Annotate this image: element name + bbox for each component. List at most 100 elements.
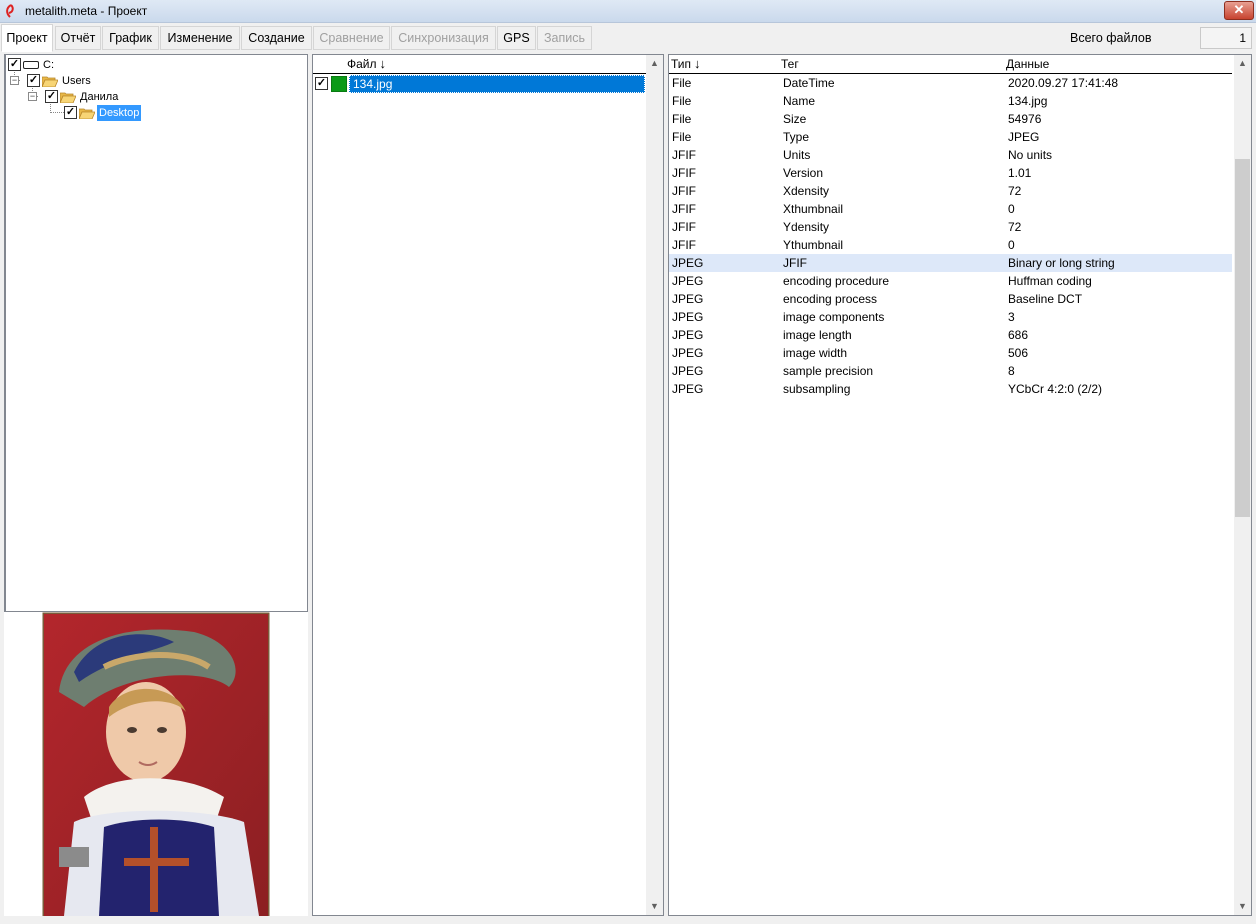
cell-type: JFIF [672, 202, 696, 216]
tab-report[interactable]: Отчёт [55, 26, 101, 50]
tab-gps[interactable]: GPS [497, 26, 536, 50]
tree-label-desktop: Desktop [97, 105, 142, 121]
sort-down-icon: ↓ [379, 56, 387, 71]
file-name[interactable]: 134.jpg [349, 75, 645, 93]
folder-tree: ✓ C: − ✓ Users − ✓ Данила ✓ Desktop [4, 54, 308, 612]
cell-data: 134.jpg [1008, 94, 1048, 108]
cell-tag: encoding process [783, 292, 878, 306]
cell-data: JPEG [1008, 130, 1040, 144]
title-bar: metalith.meta - Проект ✕ [0, 0, 1256, 23]
cell-data: 0 [1008, 238, 1015, 252]
tab-compare[interactable]: Сравнение [313, 26, 390, 50]
table-row[interactable]: File Name 134.jpg [669, 92, 1232, 110]
metadata-scrollbar[interactable]: ▲ ▼ [1234, 55, 1251, 915]
sort-down-icon: ↓ [694, 56, 701, 71]
cell-tag: Ydensity [783, 220, 830, 234]
tab-bar: Проект Отчёт График Изменение Создание С… [0, 24, 1256, 52]
table-row[interactable]: JFIF Xdensity 72 [669, 182, 1232, 200]
cell-data: YCbCr 4:2:0 (2/2) [1008, 382, 1103, 396]
table-row[interactable]: JPEG subsampling YCbCr 4:2:0 (2/2) [669, 380, 1232, 398]
cell-data: Huffman coding [1008, 274, 1092, 288]
table-row[interactable]: JFIF Xthumbnail 0 [669, 200, 1232, 218]
scroll-down-icon[interactable]: ▼ [646, 898, 663, 915]
column-header-type[interactable]: Тип ↓ [671, 55, 701, 73]
cell-data: 2020.09.27 17:41:48 [1008, 76, 1119, 90]
table-row[interactable]: JFIF Ydensity 72 [669, 218, 1232, 236]
column-header-tag[interactable]: Тег [781, 55, 799, 73]
column-header-file[interactable]: Файл ↓ [347, 55, 386, 73]
tree-item-users[interactable]: − ✓ Users [6, 73, 306, 89]
table-row[interactable]: JPEG sample precision 8 [669, 362, 1232, 380]
total-files-label: Всего файлов [1070, 31, 1152, 45]
table-row[interactable]: JFIF Ythumbnail 0 [669, 236, 1232, 254]
collapse-icon[interactable]: − [10, 76, 19, 85]
scroll-down-icon[interactable]: ▼ [1234, 898, 1251, 915]
tab-chart[interactable]: График [102, 26, 159, 50]
folder-open-icon [42, 76, 58, 87]
cell-tag: Units [783, 148, 811, 162]
table-row[interactable]: File Size 54976 [669, 110, 1232, 128]
cell-tag: subsampling [783, 382, 851, 396]
cell-tag: Ythumbnail [783, 238, 844, 252]
table-row[interactable]: JFIF Units No units [669, 146, 1232, 164]
cell-data: 0 [1008, 202, 1015, 216]
tree-item-desktop[interactable]: ✓ Desktop [6, 105, 306, 121]
table-row[interactable]: JPEG image components 3 [669, 308, 1232, 326]
tab-create[interactable]: Создание [241, 26, 312, 50]
close-button[interactable]: ✕ [1224, 1, 1254, 20]
cell-tag: image width [783, 346, 848, 360]
column-header-data[interactable]: Данные [1006, 55, 1049, 73]
tree-item-drive[interactable]: ✓ C: [6, 57, 306, 73]
cell-tag: JFIF [783, 256, 807, 270]
table-row[interactable]: File Type JPEG [669, 128, 1232, 146]
table-row[interactable]: JPEG encoding process Baseline DCT [669, 290, 1232, 308]
scroll-up-icon[interactable]: ▲ [1234, 55, 1251, 72]
cell-type: JPEG [672, 274, 704, 288]
cell-type: JPEG [672, 364, 704, 378]
column-header-type-label: Тип [671, 57, 692, 71]
scroll-up-icon[interactable]: ▲ [646, 55, 663, 72]
cell-tag: Size [783, 112, 807, 126]
tree-item-user[interactable]: − ✓ Данила [6, 89, 306, 105]
cell-type: JPEG [672, 382, 704, 396]
cell-type: JFIF [672, 166, 696, 180]
cell-type: JFIF [672, 220, 696, 234]
tab-edit[interactable]: Изменение [160, 26, 240, 50]
tree-checkbox[interactable]: ✓ [64, 106, 77, 119]
tree-label-user: Данила [80, 91, 119, 103]
tab-project[interactable]: Проект [1, 24, 53, 52]
cell-type: JPEG [672, 328, 704, 342]
tab-sync[interactable]: Синхронизация [391, 26, 496, 50]
drive-icon [23, 61, 39, 69]
file-list: Файл ↓ ✓ 134.jpg ▲ ▼ [312, 54, 664, 916]
cell-tag: Xdensity [783, 184, 830, 198]
file-checkbox[interactable]: ✓ [315, 77, 328, 90]
cell-type: File [672, 94, 692, 108]
tree-label-users: Users [62, 75, 91, 87]
tree-checkbox[interactable]: ✓ [27, 74, 40, 87]
file-color-marker [331, 76, 347, 92]
table-row[interactable]: JPEG image width 506 [669, 344, 1232, 362]
table-row[interactable]: JPEG image length 686 [669, 326, 1232, 344]
tab-record[interactable]: Запись [537, 26, 592, 50]
cell-data: 3 [1008, 310, 1015, 324]
table-row[interactable]: JPEG JFIF Binary or long string [669, 254, 1232, 272]
cell-type: JPEG [672, 346, 704, 360]
cell-type: JFIF [672, 148, 696, 162]
file-row[interactable]: ✓ 134.jpg [313, 75, 647, 93]
cell-data: 72 [1008, 184, 1022, 198]
table-row[interactable]: JPEG encoding procedure Huffman coding [669, 272, 1232, 290]
scroll-thumb[interactable] [1235, 159, 1250, 517]
file-list-scrollbar[interactable]: ▲ ▼ [646, 55, 663, 915]
table-row[interactable]: JFIF Version 1.01 [669, 164, 1232, 182]
image-preview [4, 612, 308, 918]
cell-tag: image length [783, 328, 852, 342]
collapse-icon[interactable]: − [28, 92, 37, 101]
tree-checkbox[interactable]: ✓ [45, 90, 58, 103]
tree-checkbox[interactable]: ✓ [8, 58, 21, 71]
cell-data: No units [1008, 148, 1053, 162]
cell-tag: Xthumbnail [783, 202, 844, 216]
table-row[interactable]: File DateTime 2020.09.27 17:41:48 [669, 74, 1232, 92]
cell-data: 506 [1008, 346, 1029, 360]
cell-type: JPEG [672, 292, 704, 306]
